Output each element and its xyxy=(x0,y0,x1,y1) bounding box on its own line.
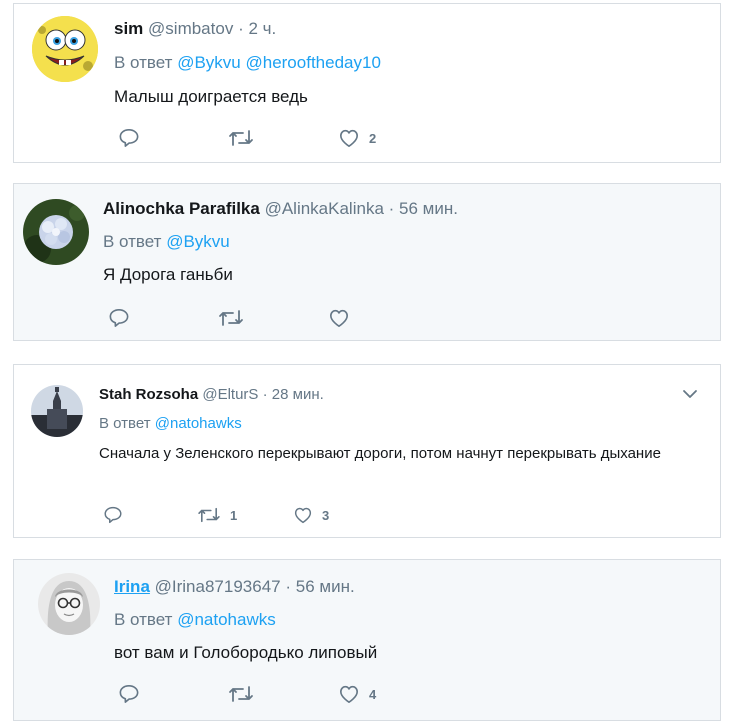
woman-sketch-icon xyxy=(38,573,100,635)
tweet-text: Я Дорога ганьби xyxy=(103,265,233,284)
retweet-button[interactable] xyxy=(228,684,338,704)
separator-dot: · xyxy=(238,19,244,38)
timestamp[interactable]: 2 ч. xyxy=(248,19,276,38)
reply-icon xyxy=(119,685,139,703)
avatar[interactable] xyxy=(38,573,100,635)
tweet-card[interactable]: Stah Rozsoha @ElturS · 28 мин. В ответ @… xyxy=(13,364,721,538)
reply-button[interactable] xyxy=(103,506,197,524)
church-icon xyxy=(31,385,83,437)
display-name[interactable]: Stah Rozsoha xyxy=(99,386,198,403)
tweet-text: Малыш доиграется ведь xyxy=(114,87,308,106)
mention-link[interactable]: @natohawks xyxy=(155,415,242,432)
timestamp[interactable]: 56 мин. xyxy=(399,199,458,218)
avatar[interactable] xyxy=(31,385,83,437)
retweet-button[interactable] xyxy=(228,128,338,148)
mention-link[interactable]: @Bykvu xyxy=(166,232,230,251)
retweet-icon xyxy=(198,507,220,523)
spongebob-icon xyxy=(32,16,98,82)
like-button[interactable]: 3 xyxy=(293,506,329,524)
tweet-text: Сначала у Зеленского перекрывают дороги,… xyxy=(99,445,661,462)
separator-dot: · xyxy=(388,199,395,218)
retweet-button[interactable]: 1 xyxy=(197,506,293,524)
reply-icon xyxy=(104,506,122,524)
heart-icon xyxy=(340,129,358,147)
display-name[interactable]: Irina xyxy=(114,577,150,596)
user-handle[interactable]: @ElturS xyxy=(202,386,258,403)
timestamp[interactable]: 56 мин. xyxy=(296,577,355,596)
retweet-count: 1 xyxy=(230,507,238,523)
like-button[interactable]: 4 xyxy=(338,684,376,704)
reply-button[interactable] xyxy=(108,308,218,328)
avatar[interactable] xyxy=(23,199,89,265)
separator-dot: · xyxy=(285,577,292,596)
reply-button[interactable] xyxy=(118,128,228,148)
chevron-down-icon[interactable] xyxy=(681,387,699,405)
heart-icon xyxy=(340,685,358,703)
mention-link[interactable]: @natohawks xyxy=(177,610,276,629)
reply-icon xyxy=(109,309,129,327)
tweet-text: вот вам и Голобородько липовый xyxy=(114,643,378,662)
tweet-card[interactable]: sim @simbatov · 2 ч. В ответ @Bykvu @her… xyxy=(13,3,721,163)
reply-prefix: В ответ xyxy=(114,610,173,629)
reply-icon xyxy=(119,129,139,147)
avatar[interactable] xyxy=(32,16,98,82)
like-button[interactable] xyxy=(328,308,359,328)
user-handle[interactable]: @simbatov xyxy=(148,19,233,38)
user-handle[interactable]: @Irina87193647 xyxy=(155,577,281,596)
like-count: 4 xyxy=(369,686,377,702)
heart-icon xyxy=(330,309,348,327)
tweet-card[interactable]: Irina @Irina87193647 · 56 мин. В ответ @… xyxy=(13,559,721,721)
like-count: 2 xyxy=(369,130,377,146)
like-button[interactable]: 2 xyxy=(338,128,376,148)
display-name[interactable]: sim xyxy=(114,19,143,38)
display-name[interactable]: Alinochka Parafilka xyxy=(103,199,260,218)
heart-icon xyxy=(294,507,312,524)
separator-dot: · xyxy=(262,386,268,403)
retweet-button[interactable] xyxy=(218,308,328,328)
reply-prefix: В ответ xyxy=(99,415,151,432)
like-count: 3 xyxy=(322,507,330,523)
reply-prefix: В ответ xyxy=(114,53,173,72)
user-handle[interactable]: @AlinkaKalinka xyxy=(265,199,384,218)
hydrangea-icon xyxy=(23,199,89,265)
reply-prefix: В ответ xyxy=(103,232,162,251)
mention-link[interactable]: @herooftheday10 xyxy=(245,53,380,72)
retweet-icon xyxy=(229,130,253,146)
reply-button[interactable] xyxy=(118,684,228,704)
retweet-icon xyxy=(219,310,243,326)
timestamp[interactable]: 28 мин. xyxy=(272,386,324,403)
mention-link[interactable]: @Bykvu xyxy=(177,53,241,72)
tweet-card[interactable]: Alinochka Parafilka @AlinkaKalinka · 56 … xyxy=(13,183,721,341)
retweet-icon xyxy=(229,686,253,702)
